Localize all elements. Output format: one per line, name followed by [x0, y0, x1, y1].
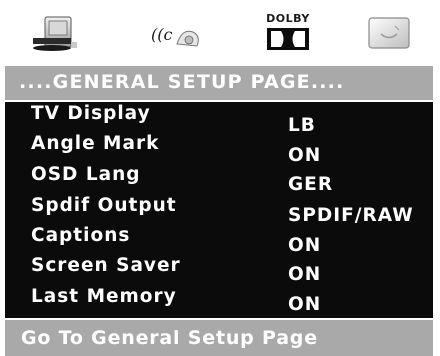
dolby-icon[interactable]	[258, 24, 318, 54]
menu-value-osd-lang: GER	[288, 174, 334, 195]
menu-value-spdif-output: SPDIF/RAW	[288, 205, 414, 226]
menu-value-angle-mark: ON	[288, 145, 322, 166]
status-bar: Go To General Setup Page	[5, 320, 433, 356]
setup-icon-bar: ((c DOLBY	[5, 0, 433, 65]
menu-item-tv-display[interactable]: TV Display	[31, 103, 151, 124]
preference-icon[interactable]	[357, 10, 421, 58]
dvd-setup-screen: ((c DOLBY ....GENERAL SETUP PAGE.... TV …	[0, 0, 440, 356]
setup-menu: TV Display LB Angle Mark ON OSD Lang GER…	[5, 102, 433, 318]
menu-value-last-memory: ON	[288, 294, 322, 315]
page-title: ....GENERAL SETUP PAGE....	[19, 71, 345, 93]
svg-text:((c: ((c	[151, 25, 172, 44]
audio-setup-icon[interactable]: ((c	[145, 10, 209, 58]
menu-value-tv-display: LB	[288, 115, 316, 136]
menu-item-captions[interactable]: Captions	[31, 225, 130, 246]
menu-item-last-memory[interactable]: Last Memory	[31, 286, 177, 307]
page-title-bar: ....GENERAL SETUP PAGE....	[5, 66, 433, 100]
general-setup-icon[interactable]	[29, 10, 93, 58]
menu-item-angle-mark[interactable]: Angle Mark	[31, 133, 159, 154]
status-text: Go To General Setup Page	[21, 327, 318, 349]
menu-value-captions: ON	[288, 235, 322, 256]
menu-item-screen-saver[interactable]: Screen Saver	[31, 255, 181, 276]
menu-item-spdif-output[interactable]: Spdif Output	[31, 195, 177, 216]
menu-item-osd-lang[interactable]: OSD Lang	[31, 164, 141, 185]
menu-value-screen-saver: ON	[288, 264, 322, 285]
